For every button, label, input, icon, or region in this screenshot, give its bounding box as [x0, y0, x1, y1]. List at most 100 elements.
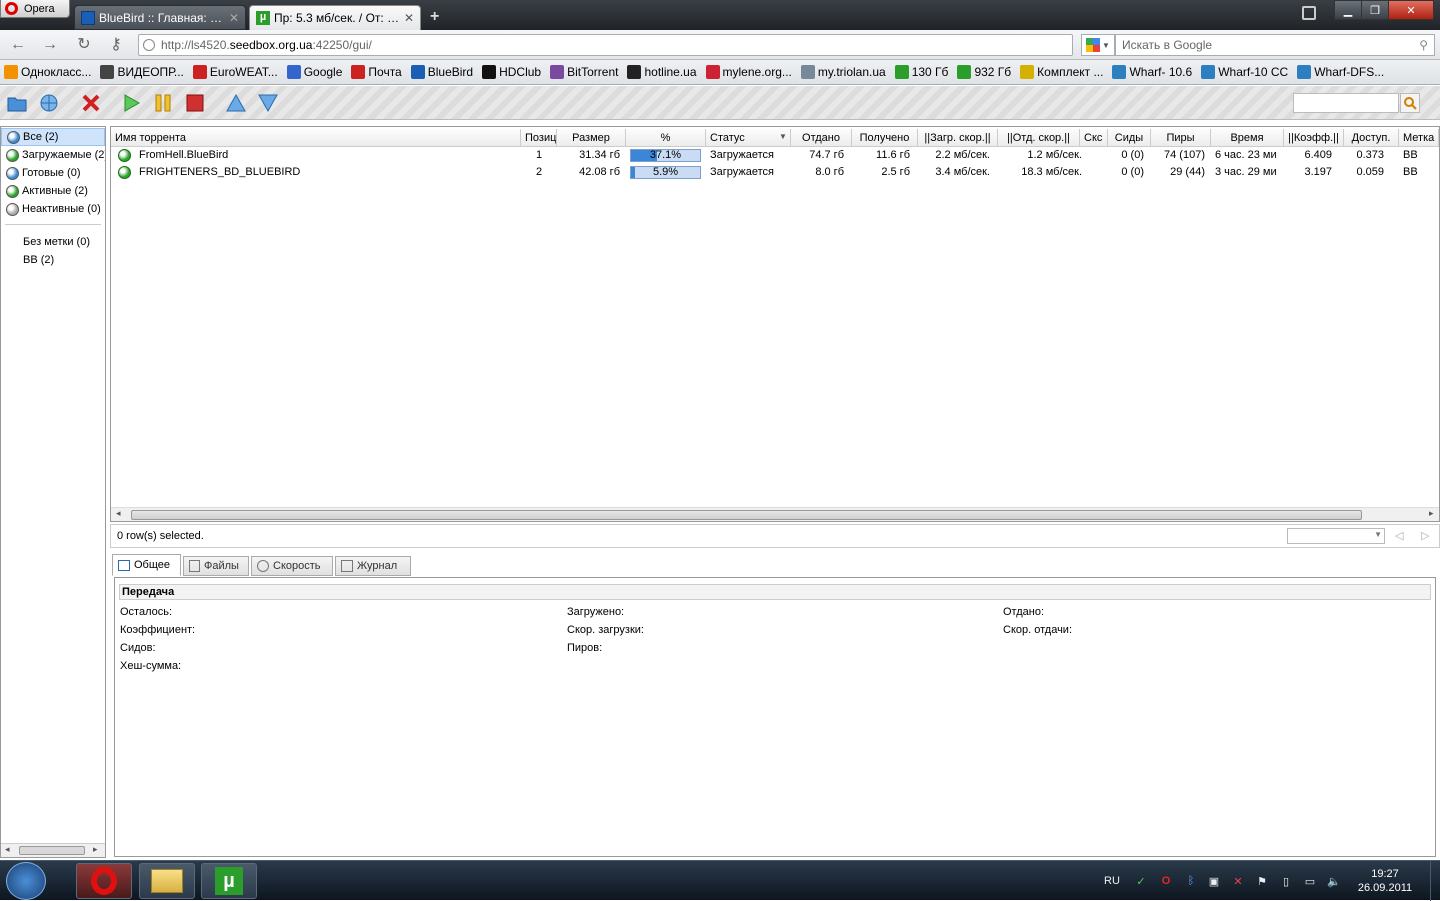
forward-icon[interactable]: →	[40, 35, 60, 55]
pause-icon[interactable]	[152, 92, 174, 114]
bookmark-item[interactable]: Wharf-DFS...	[1293, 62, 1389, 82]
close-window-button[interactable]: ✕	[1388, 0, 1434, 20]
bookmark-item[interactable]: ВИДЕОПР...	[96, 62, 188, 82]
stop-icon[interactable]	[184, 92, 206, 114]
opera-menu-button[interactable]: Opera	[0, 0, 70, 18]
column-header[interactable]: ||Коэфф.||	[1284, 129, 1344, 147]
tab-speed[interactable]: Скорость	[251, 556, 333, 576]
close-tab-icon[interactable]: ✕	[404, 11, 414, 25]
bookmark-item[interactable]: Почта	[347, 62, 406, 82]
column-header[interactable]: Скс	[1080, 129, 1108, 147]
sidebar-category-item[interactable]: Загружаемые (2)	[1, 146, 105, 164]
torrent-search-input[interactable]	[1293, 93, 1399, 113]
scroll-right-icon[interactable]: ▸	[93, 844, 98, 855]
back-icon[interactable]: ←	[8, 35, 28, 55]
column-header[interactable]: Имя торрента	[111, 129, 521, 147]
tab-general[interactable]: Общее	[112, 554, 181, 576]
scroll-thumb[interactable]	[131, 510, 1362, 520]
device-tray-icon[interactable]: ▣	[1206, 873, 1222, 889]
sidebar-label-item[interactable]: BB (2)	[1, 251, 105, 269]
bookmark-item[interactable]: Комплект ...	[1016, 62, 1108, 82]
wand-key-icon[interactable]: ⚷	[106, 35, 126, 55]
remove-icon[interactable]	[80, 92, 102, 114]
antivirus-tray-icon[interactable]: ✕	[1230, 873, 1246, 889]
show-desktop-button[interactable]	[1430, 861, 1440, 901]
bookmark-item[interactable]: 130 Гб	[891, 62, 954, 82]
add-url-icon[interactable]	[38, 92, 60, 114]
sidebar-category-item[interactable]: Активные (2)	[1, 182, 105, 200]
column-header[interactable]: ||Отд. скор.||	[998, 129, 1080, 147]
search-input[interactable]: Искать в Google ⚲	[1115, 34, 1435, 56]
network-tray-icon[interactable]: ✓	[1133, 873, 1149, 889]
prev-page-icon[interactable]: ◁	[1395, 529, 1403, 542]
scroll-left-icon[interactable]: ◂	[116, 508, 121, 519]
start-icon[interactable]	[120, 92, 142, 114]
table-row[interactable]: FRIGHTENERS_BD_BLUEBIRD 2 42.08 гб Загружае…	[111, 164, 1439, 181]
scroll-left-icon[interactable]: ◂	[5, 844, 10, 855]
bookmark-item[interactable]: Wharf- 10.6	[1108, 62, 1197, 82]
page-info-icon[interactable]	[143, 39, 155, 51]
torrent-list-horizontal-scrollbar[interactable]: ◂ ▸	[111, 507, 1439, 521]
column-header[interactable]: Метка	[1399, 129, 1439, 147]
bookmark-item[interactable]: EuroWEAT...	[189, 62, 283, 82]
volume-icon[interactable]: 🔈	[1326, 873, 1342, 889]
taskbar-explorer[interactable]	[139, 863, 195, 899]
sidebar-category-item[interactable]: Неактивные (0)	[1, 200, 105, 218]
column-header[interactable]: Время	[1211, 129, 1284, 147]
tab-files[interactable]: Файлы	[183, 556, 249, 576]
reload-icon[interactable]: ↻	[74, 35, 94, 55]
magnifier-icon[interactable]: ⚲	[1419, 35, 1428, 55]
sidebar-horizontal-scrollbar[interactable]: ◂ ▸	[1, 843, 105, 857]
bookmark-item[interactable]: Wharf-10 CC	[1197, 62, 1293, 82]
add-torrent-icon[interactable]	[6, 92, 28, 114]
trash-icon[interactable]	[1302, 6, 1316, 20]
maximize-button[interactable]: ❐	[1361, 0, 1389, 20]
column-header[interactable]: %	[626, 129, 706, 147]
close-tab-icon[interactable]: ✕	[229, 11, 239, 25]
column-header[interactable]: Сиды	[1108, 129, 1151, 147]
sidebar-label-item[interactable]: Без метки (0)	[1, 233, 105, 251]
minimize-button[interactable]: ▁	[1334, 0, 1362, 20]
language-indicator[interactable]: RU	[1102, 873, 1122, 889]
column-header[interactable]: ||Загр. скор.||	[918, 129, 998, 147]
tab-bluebird[interactable]: BlueBird :: Главная: ск... ✕	[74, 5, 246, 30]
address-bar[interactable]: http://ls4520.seedbox.org.ua:42250/gui/	[138, 34, 1073, 56]
scroll-right-icon[interactable]: ▸	[1429, 508, 1434, 519]
sidebar-category-item[interactable]: Все (2)	[1, 128, 105, 146]
bookmark-item[interactable]: BitTorrent	[546, 62, 623, 82]
taskbar-opera[interactable]	[76, 863, 132, 899]
bookmark-item[interactable]: mylene.org...	[702, 62, 797, 82]
move-up-icon[interactable]	[225, 92, 247, 114]
start-button[interactable]	[6, 862, 46, 900]
column-header[interactable]: Получено	[852, 129, 918, 147]
column-header[interactable]: Размер	[557, 129, 626, 147]
tab-log[interactable]: Журнал	[335, 556, 411, 576]
page-select[interactable]: ▼	[1287, 528, 1385, 544]
tab-utorrent[interactable]: µ Пр: 5.3 мб/сек. / От: 2... ✕	[249, 5, 421, 30]
bookmark-item[interactable]: 932 Гб	[953, 62, 1016, 82]
next-page-icon[interactable]: ▷	[1421, 529, 1429, 542]
torrent-search-icon[interactable]	[1400, 93, 1420, 113]
clock[interactable]: 19:27 26.09.2011	[1350, 867, 1420, 895]
bookmark-item[interactable]: Однокласс...	[0, 62, 96, 82]
column-header[interactable]: Доступ.	[1344, 129, 1399, 147]
flag-icon[interactable]: ⚑	[1254, 873, 1270, 889]
taskbar-utorrent[interactable]: µ	[201, 863, 257, 899]
bookmark-item[interactable]: hotline.ua	[623, 62, 701, 82]
opera-tray-icon[interactable]: O	[1158, 873, 1174, 889]
bookmark-item[interactable]: BlueBird	[407, 62, 478, 82]
bookmark-item[interactable]: HDClub	[478, 62, 546, 82]
bluetooth-icon[interactable]: ᛒ	[1183, 873, 1199, 889]
column-header[interactable]: Позиц	[521, 129, 557, 147]
table-row[interactable]: FromHell.BlueBird 1 31.34 гб Загружается 74.…	[111, 147, 1439, 164]
bookmark-item[interactable]: Google	[283, 62, 348, 82]
new-tab-icon[interactable]: +	[430, 8, 439, 26]
scroll-thumb[interactable]	[19, 846, 85, 855]
sidebar-category-item[interactable]: Готовые (0)	[1, 164, 105, 182]
monitor-icon[interactable]: ▭	[1302, 873, 1318, 889]
search-engine-selector[interactable]: ▼	[1081, 34, 1115, 56]
column-header[interactable]: Отдано	[791, 129, 852, 147]
usb-icon[interactable]: ▯	[1278, 873, 1294, 889]
move-down-icon[interactable]	[257, 92, 279, 114]
column-header[interactable]: Пиры	[1151, 129, 1211, 147]
